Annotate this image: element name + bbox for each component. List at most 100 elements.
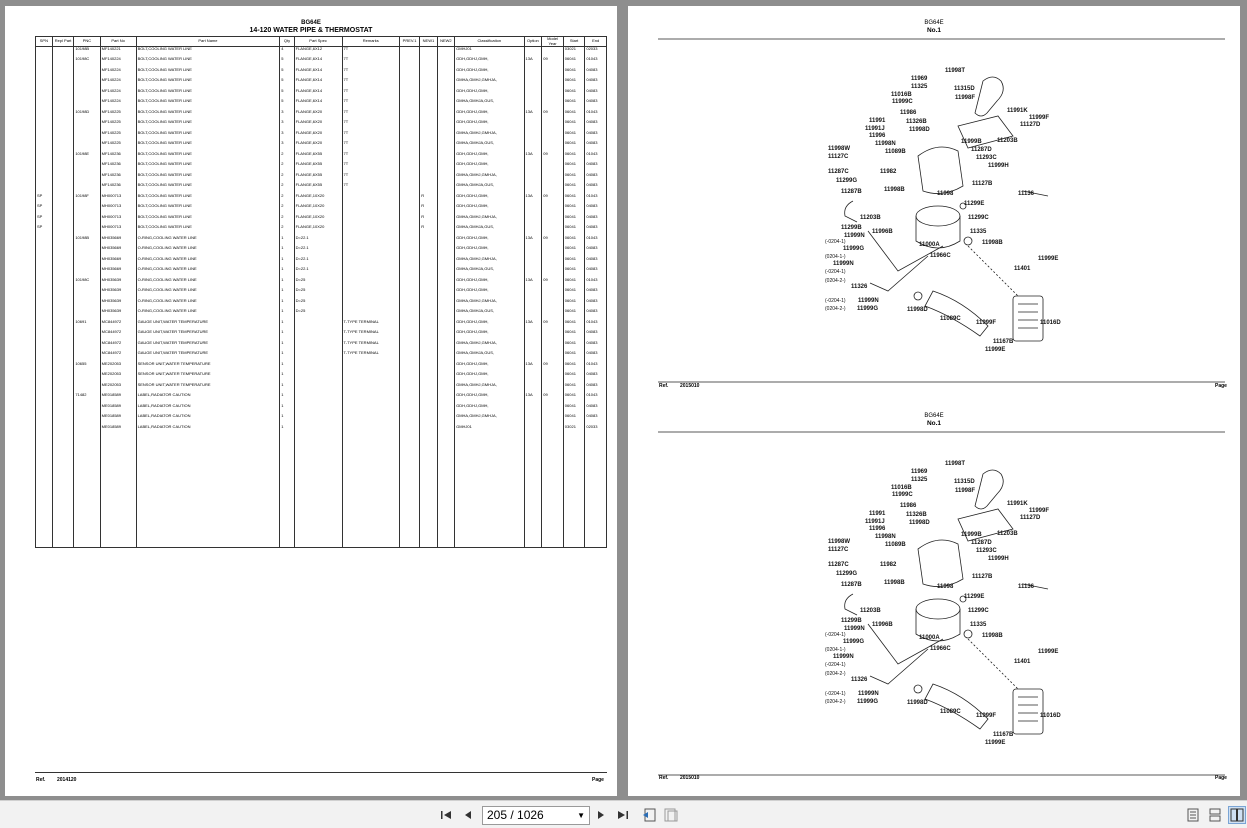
table-cell	[73, 351, 101, 362]
table-cell	[35, 67, 53, 79]
continuous-view-button[interactable]	[1206, 806, 1224, 824]
table-cell	[293, 330, 343, 341]
first-page-button[interactable]	[437, 806, 455, 824]
part-callout: 11996B	[872, 229, 893, 235]
table-cell: GDH,GDHJ,GMH,	[454, 57, 525, 68]
table-cell: 10198D	[73, 109, 101, 121]
table-cell	[419, 130, 438, 142]
document-viewer[interactable]: BG64E 14-120 WATER PIPE & THERMOSTAT SPN…	[0, 0, 1247, 800]
table-cell: 1	[279, 414, 295, 425]
table-cell	[51, 319, 75, 331]
table-cell: MF140224	[99, 99, 137, 110]
table-cell: 2	[279, 193, 295, 205]
table-cell: 10198C	[73, 57, 101, 68]
table-cell: 06041	[562, 382, 586, 394]
table-cell: T-TYPE TERMINAL	[341, 330, 401, 341]
table-cell	[398, 162, 421, 173]
table-cell: 04083	[584, 172, 607, 184]
table-cell	[293, 424, 343, 436]
table-cell	[541, 309, 564, 320]
table-cell: 13A	[523, 151, 543, 163]
part-callout: 11998T	[945, 461, 966, 467]
part-callout: 11293C	[976, 548, 997, 554]
table-cell	[51, 424, 75, 436]
table-cell: 06041	[562, 57, 586, 68]
table-cell	[523, 141, 543, 152]
part-callout: 11982	[880, 169, 897, 175]
two-page-view-button[interactable]	[1228, 806, 1246, 824]
table-cell	[541, 162, 564, 173]
table-cell	[51, 78, 75, 89]
table-cell: GMHA,GMHJA,GUS,	[454, 99, 525, 110]
table-cell	[436, 225, 456, 236]
table-cell	[35, 109, 53, 121]
next-page-button[interactable]	[592, 806, 610, 824]
part-callout: 11998B	[884, 187, 905, 193]
table-cell	[35, 277, 53, 289]
table-cell: 06041	[562, 225, 586, 236]
table-row: MC844972 GAUGE UNIT,WATER TEMPERATURE 1 T-T…	[35, 330, 607, 341]
table-cell	[35, 298, 53, 310]
table-cell	[341, 246, 401, 257]
table-cell: 04083	[584, 340, 607, 352]
table-cell	[35, 361, 53, 373]
page-number-field[interactable]: 205 / 1026 ▼	[482, 806, 590, 825]
table-cell	[419, 267, 438, 278]
part-callout: 11999N	[844, 626, 865, 632]
table-cell	[419, 424, 438, 436]
part-callout: 11986	[900, 110, 917, 116]
last-page-button[interactable]	[614, 806, 632, 824]
table-cell	[73, 435, 101, 548]
table-cell: 7T	[341, 120, 401, 131]
table-cell: MC844972	[99, 330, 137, 341]
table-cell	[436, 267, 456, 278]
table-cell: 04083	[584, 214, 607, 226]
table-cell: MC844972	[99, 340, 137, 352]
table-cell	[341, 435, 401, 548]
table-row: SP MH000713 BOLT,COOLING WATER LINE 2 FLANGE…	[35, 214, 607, 226]
table-cell: ME018589	[99, 414, 137, 425]
table-cell	[73, 120, 101, 131]
table-cell: 2	[279, 225, 295, 236]
table-cell: GMHA,GMHJA,GUS,	[454, 309, 525, 320]
column-header: Option	[523, 35, 543, 48]
table-cell: MH035639	[99, 288, 137, 299]
table-row: MH035669 O-RING,COOLING WATER LINE 1 D=22.1…	[35, 246, 607, 257]
table-row: ME202053 SENSOR UNIT,WATER TEMPERATURE 1 GM…	[35, 382, 607, 394]
table-cell	[398, 393, 421, 404]
table-cell: 09	[541, 57, 564, 68]
table-cell	[436, 288, 456, 299]
table-cell: 04083	[584, 256, 607, 268]
part-callout: 11996B	[872, 622, 893, 628]
go-back-button[interactable]	[640, 806, 658, 824]
table-cell: 06041	[562, 78, 586, 89]
table-row: 10198D MF140225 BOLT,COOLING WATER LINE 3 FL…	[35, 109, 607, 121]
part-callout: 11127C	[828, 547, 849, 553]
table-row: SP MH000713 BOLT,COOLING WATER LINE 2 FLANGE…	[35, 225, 607, 236]
column-header: Qty	[279, 35, 295, 48]
previous-page-button[interactable]	[459, 806, 477, 824]
table-cell	[73, 99, 101, 110]
viewer-toolbar: 205 / 1026 ▼	[0, 800, 1247, 828]
table-cell	[541, 99, 564, 110]
table-cell: FLANGE,10X20	[293, 204, 343, 215]
table-cell	[436, 372, 456, 383]
table-cell	[436, 183, 456, 194]
column-header: Part No	[99, 35, 137, 48]
table-cell	[436, 162, 456, 173]
table-cell	[436, 393, 456, 404]
table-cell: FLANGE,6X20	[293, 109, 343, 121]
table-cell: 1	[279, 382, 295, 394]
table-cell: GAUGE UNIT,WATER TEMPERATURE	[135, 330, 281, 341]
table-cell: 09	[541, 361, 564, 373]
go-forward-button[interactable]	[662, 806, 680, 824]
table-cell: D=25	[293, 288, 343, 299]
table-cell: MF140225	[99, 109, 137, 121]
single-page-view-button[interactable]	[1184, 806, 1202, 824]
table-cell: 01043	[584, 361, 607, 373]
table-cell: 06041	[562, 372, 586, 383]
table-cell	[419, 246, 438, 257]
part-callout: 11998N	[875, 534, 896, 540]
table-cell: T-TYPE TERMINAL	[341, 319, 401, 331]
table-cell: FLANGE,6X20	[293, 141, 343, 152]
